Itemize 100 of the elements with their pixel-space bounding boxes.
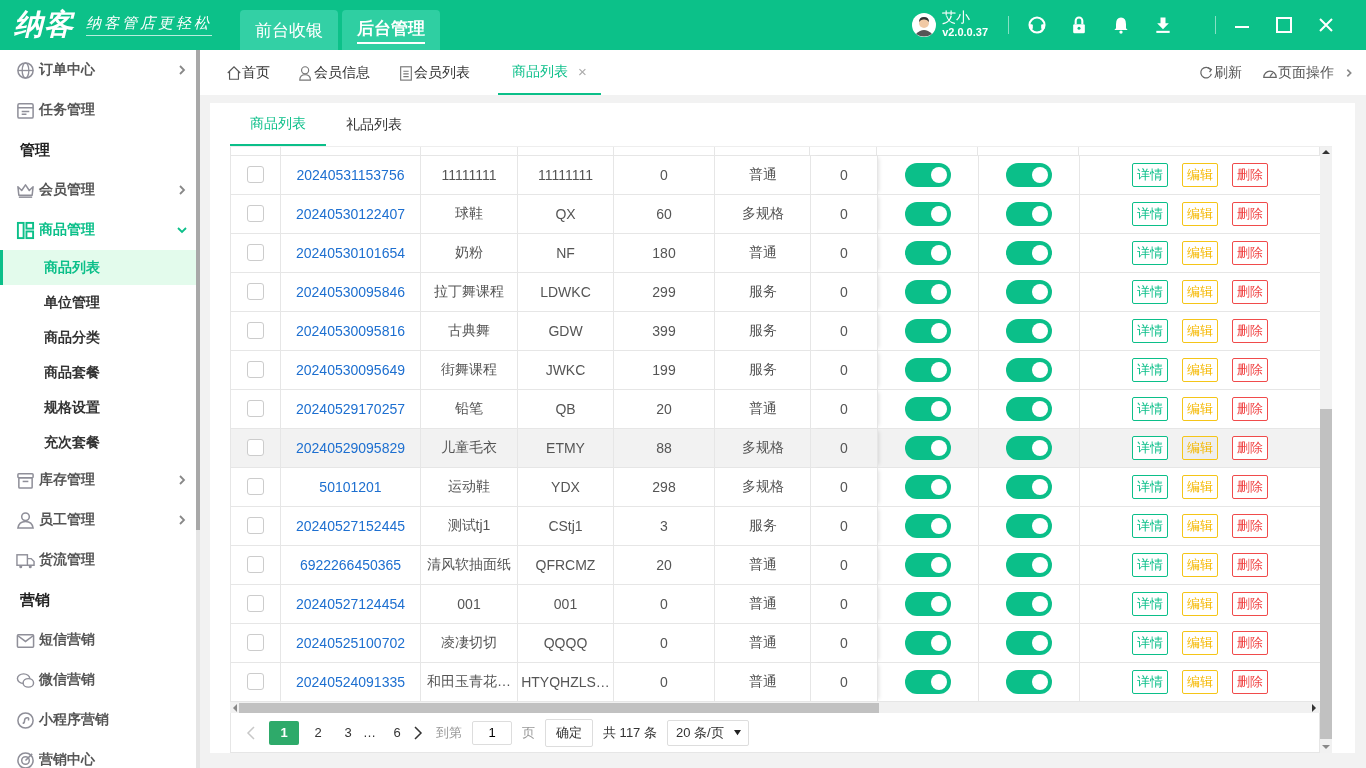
- toggle-switch[interactable]: [905, 552, 951, 577]
- sidebar-item[interactable]: 营销中心: [0, 740, 196, 768]
- delete-button[interactable]: 删除: [1232, 318, 1268, 343]
- toggle-switch[interactable]: [1006, 552, 1052, 577]
- scrollbar[interactable]: [196, 50, 200, 768]
- delete-button[interactable]: 删除: [1232, 162, 1268, 187]
- sidebar-item[interactable]: 会员管理: [0, 170, 196, 210]
- checkbox[interactable]: [247, 166, 264, 184]
- delete-button[interactable]: 删除: [1232, 357, 1268, 382]
- toggle-switch[interactable]: [905, 201, 951, 226]
- checkbox[interactable]: [247, 634, 264, 652]
- toolbar-link[interactable]: 页面操作: [1262, 63, 1334, 82]
- toggle-switch[interactable]: [905, 591, 951, 616]
- page-input[interactable]: 1: [472, 720, 512, 745]
- product-code-link[interactable]: 20240529095829: [296, 439, 405, 456]
- delete-button[interactable]: 删除: [1232, 513, 1268, 538]
- table-row[interactable]: 20240527152445 测试tj1 CStj1 3 服务 0 详情 编辑 删除: [230, 505, 1320, 545]
- product-code-link[interactable]: 20240529170257: [296, 400, 405, 417]
- toggle-switch[interactable]: [1006, 201, 1052, 226]
- sidebar-item[interactable]: 微信营销: [0, 660, 196, 700]
- sidebar-subitem[interactable]: 规格设置: [0, 390, 196, 425]
- page-size-select[interactable]: 20 条/页: [666, 719, 749, 746]
- delete-button[interactable]: 删除: [1232, 474, 1268, 499]
- table-row[interactable]: 20240530095649 街舞课程 JWKC 199 服务 0 详情 编辑 删除: [230, 349, 1320, 389]
- product-code-link[interactable]: 20240530122407: [296, 205, 405, 222]
- toggle-switch[interactable]: [1006, 669, 1052, 694]
- delete-button[interactable]: 删除: [1232, 435, 1268, 460]
- toggle-switch[interactable]: [1006, 318, 1052, 343]
- avatar-icon[interactable]: [912, 13, 937, 37]
- toggle-switch[interactable]: [1006, 630, 1052, 655]
- delete-button[interactable]: 删除: [1232, 591, 1268, 616]
- toggle-switch[interactable]: [1006, 357, 1052, 382]
- table-row[interactable]: 6922266450365 清风软抽面纸 QFRCMZ 20 普通 0 详情 编辑 删除: [230, 544, 1320, 584]
- toggle-switch[interactable]: [1006, 162, 1052, 187]
- delete-button[interactable]: 删除: [1232, 552, 1268, 577]
- product-code-link[interactable]: 6922266450365: [299, 556, 402, 573]
- product-code-link[interactable]: 20240530095816: [296, 322, 405, 339]
- toggle-switch[interactable]: [905, 162, 951, 187]
- headset-icon[interactable]: [1027, 15, 1047, 35]
- product-code-link[interactable]: 20240530101654: [296, 244, 405, 261]
- table-row[interactable]: 20240530095846 拉丁舞课程 LDWKC 299 服务 0 详情 编辑 删除: [230, 271, 1320, 311]
- checkbox[interactable]: [247, 517, 264, 535]
- toggle-switch[interactable]: [905, 357, 951, 382]
- table-row[interactable]: 20240529095829 儿童毛衣 ETMY 88 多规格 0 详情 编辑 删除: [230, 427, 1320, 467]
- download-icon[interactable]: [1153, 15, 1173, 35]
- page-tab[interactable]: 会员列表: [398, 50, 484, 95]
- sidebar-item[interactable]: 短信营销: [0, 620, 196, 660]
- toggle-switch[interactable]: [905, 396, 951, 421]
- checkbox[interactable]: [247, 361, 264, 379]
- tab[interactable]: 礼品列表: [326, 103, 422, 146]
- checkbox[interactable]: [247, 283, 264, 301]
- table-row[interactable]: 20240529170257 铅笔 QB 20 普通 0 详情 编辑 删除: [230, 388, 1320, 428]
- sidebar-item[interactable]: 库存管理: [0, 460, 196, 500]
- toolbar-link[interactable]: 刷新: [1198, 63, 1242, 82]
- checkbox[interactable]: [247, 400, 264, 418]
- checkbox[interactable]: [247, 244, 264, 262]
- checkbox[interactable]: [247, 439, 264, 457]
- product-code-link[interactable]: 20240530095649: [296, 361, 405, 378]
- toggle-switch[interactable]: [1006, 591, 1052, 616]
- table-row[interactable]: 20240525100702 凌凄切切 QQQQ 0 普通 0 详情 编辑 删除: [230, 622, 1320, 662]
- table-row[interactable]: 20240530095816 古典舞 GDW 399 服务 0 详情 编辑 删除: [230, 310, 1320, 350]
- close-icon[interactable]: [1318, 17, 1334, 33]
- toggle-switch[interactable]: [1006, 396, 1052, 421]
- checkbox[interactable]: [247, 322, 264, 340]
- toggle-switch[interactable]: [905, 513, 951, 538]
- checkbox[interactable]: [247, 478, 264, 496]
- sidebar-item[interactable]: 任务管理: [0, 90, 196, 130]
- product-code-link[interactable]: 20240527124454: [296, 595, 405, 612]
- delete-button[interactable]: 删除: [1232, 396, 1268, 421]
- table-row[interactable]: 20240524091335 和田玉青花… HTYQHZLS… 0 普通 0 详情 编辑 删除: [230, 661, 1320, 701]
- sidebar-item[interactable]: 小程序营销: [0, 700, 196, 740]
- table-row[interactable]: 20240530122407 球鞋 QX 60 多规格 0 详情 编辑 删除: [230, 193, 1320, 233]
- toggle-switch[interactable]: [1006, 240, 1052, 265]
- toggle-switch[interactable]: [1006, 513, 1052, 538]
- scrollbar[interactable]: [1320, 147, 1332, 753]
- checkbox[interactable]: [247, 673, 264, 691]
- product-code-link[interactable]: 20240530095846: [296, 283, 405, 300]
- chevron-right-icon[interactable]: [412, 724, 424, 741]
- toggle-switch[interactable]: [905, 630, 951, 655]
- product-code-link[interactable]: 20240527152445: [296, 517, 405, 534]
- sidebar-item[interactable]: 员工管理: [0, 500, 196, 540]
- sidebar-subitem[interactable]: 单位管理: [0, 285, 196, 320]
- table-row[interactable]: 20240530101654 奶粉 NF 180 普通 0 详情 编辑 删除: [230, 232, 1320, 272]
- delete-button[interactable]: 删除: [1232, 669, 1268, 694]
- toggle-switch[interactable]: [905, 474, 951, 499]
- table-row[interactable]: 50101201 运动鞋 YDX 298 多规格 0 详情 编辑 删除: [230, 466, 1320, 506]
- delete-button[interactable]: 删除: [1232, 630, 1268, 655]
- table-row[interactable]: 20240527124454 001 001 0 普通 0 详情 编辑 删除: [230, 583, 1320, 623]
- toggle-switch[interactable]: [905, 279, 951, 304]
- page-tab[interactable]: 首页: [226, 50, 284, 95]
- delete-button[interactable]: 删除: [1232, 201, 1268, 226]
- checkbox[interactable]: [247, 556, 264, 574]
- product-code-link[interactable]: 20240525100702: [296, 634, 405, 651]
- maximize-icon[interactable]: [1276, 17, 1292, 33]
- sidebar-subitem[interactable]: 商品分类: [0, 320, 196, 355]
- toggle-switch[interactable]: [905, 318, 951, 343]
- delete-button[interactable]: 删除: [1232, 279, 1268, 304]
- delete-button[interactable]: 删除: [1232, 240, 1268, 265]
- toggle-switch[interactable]: [1006, 279, 1052, 304]
- sidebar-subitem[interactable]: 商品套餐: [0, 355, 196, 390]
